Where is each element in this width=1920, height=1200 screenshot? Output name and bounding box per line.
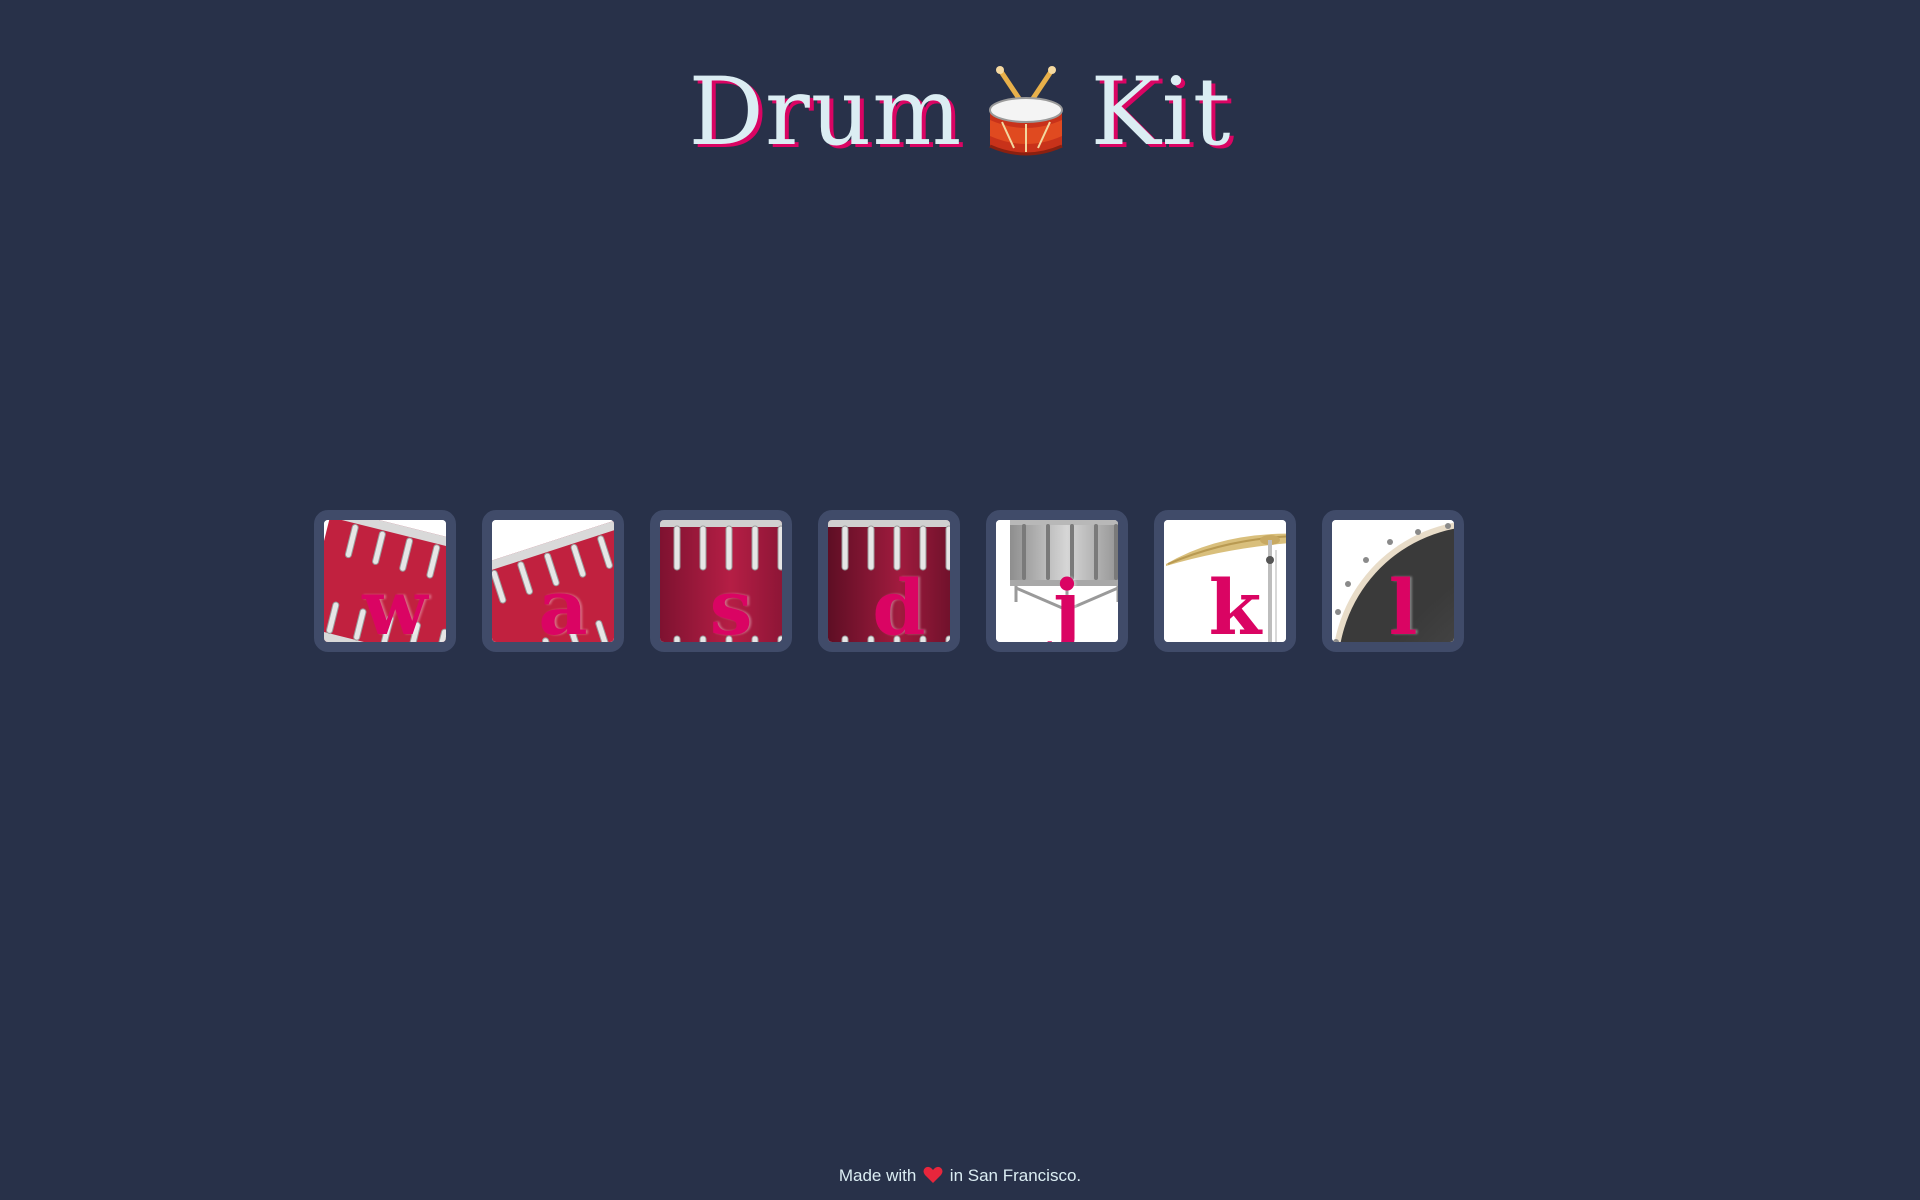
page: Drum Kit w a s d j k l Made with in San … — [0, 0, 1920, 1200]
drum-button-s[interactable]: s — [650, 510, 792, 652]
footer-text-after: in San Francisco. — [949, 1166, 1082, 1185]
footer-text-before: Made with — [838, 1166, 917, 1185]
drum-key-label: l — [1388, 563, 1418, 652]
drum-button-k[interactable]: k — [1154, 510, 1296, 652]
footer: Made with in San Francisco. — [0, 1166, 1920, 1186]
title-word-drum: Drum — [688, 58, 963, 167]
drum-button-a[interactable]: a — [482, 510, 624, 652]
drum-key-label: w — [362, 563, 428, 652]
drum-key-label: k — [1208, 563, 1262, 652]
drum-key-label: j — [1053, 563, 1081, 652]
page-title: Drum Kit — [0, 58, 1920, 168]
title-word-kit: Kit — [1090, 58, 1232, 167]
drum-with-sticks-icon — [989, 65, 1064, 155]
drum-key-label: a — [538, 563, 588, 652]
drum-key-label: s — [709, 563, 753, 652]
drum-key-label: d — [872, 563, 926, 652]
drum-set: w a s d j k l — [314, 510, 1606, 672]
drum-button-w[interactable]: w — [314, 510, 456, 652]
heart-icon — [923, 1166, 943, 1183]
drum-button-j[interactable]: j — [986, 510, 1128, 652]
drum-button-l[interactable]: l — [1322, 510, 1464, 652]
drum-button-d[interactable]: d — [818, 510, 960, 652]
